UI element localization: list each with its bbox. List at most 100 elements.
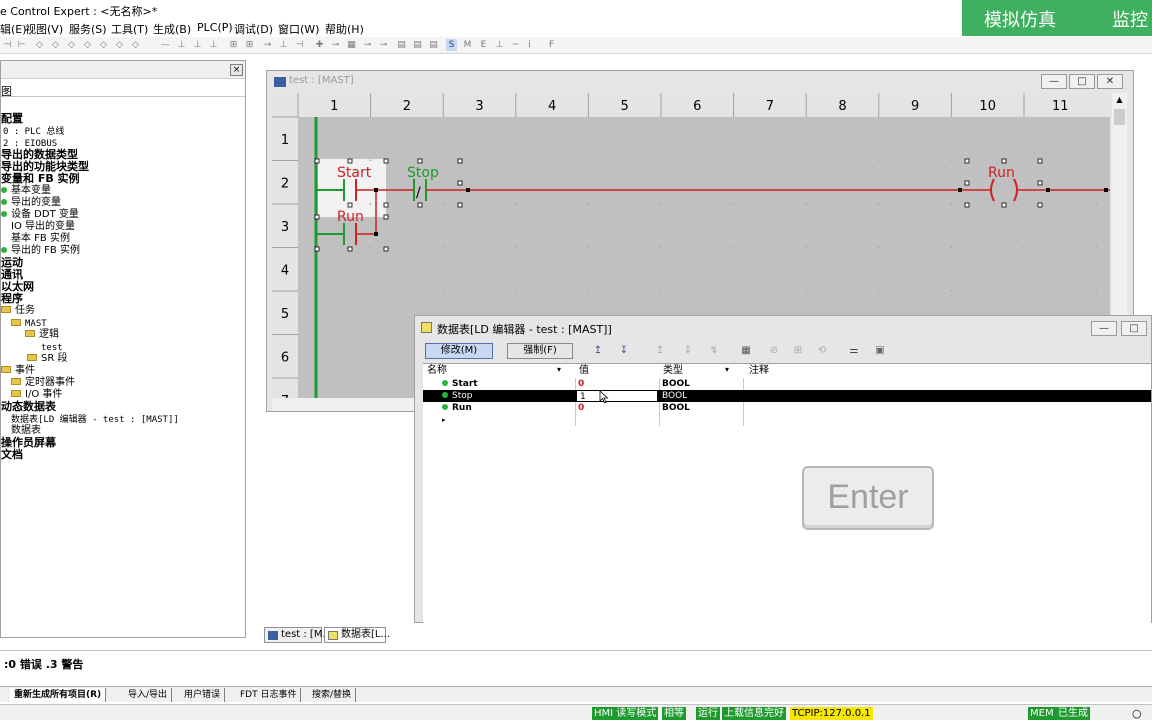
tool-icon[interactable]: ⊥ (176, 39, 187, 51)
menu-edit[interactable]: 辑(E) (0, 21, 27, 37)
chevron-down-icon[interactable]: ▾ (557, 365, 561, 374)
tool-icon[interactable]: ⊥ (208, 39, 219, 51)
close-icon[interactable]: × (230, 64, 243, 76)
minimize-icon[interactable]: — (1041, 74, 1067, 89)
tool-icon[interactable]: S (446, 39, 457, 51)
tool-icon[interactable]: ⊥ (278, 39, 289, 51)
tab-data-table[interactable]: 数据表[L... (324, 627, 390, 643)
menu-view[interactable]: 视图(V) (25, 21, 63, 37)
header-type[interactable]: 类型 (659, 364, 743, 378)
tool-icon[interactable]: ⊢ (16, 39, 27, 51)
tool-icon[interactable]: ⊣ (2, 39, 13, 51)
tool-icon[interactable]: ▤ (428, 39, 439, 51)
modify-button[interactable]: 修改(M) (425, 343, 493, 359)
set-falling-icon[interactable]: ↧ (617, 345, 631, 357)
scroll-up-icon[interactable]: ▲ (1114, 95, 1125, 105)
menu-tools[interactable]: 工具(T) (111, 21, 148, 37)
tool-icon[interactable]: — (160, 39, 171, 51)
tab-import-export[interactable]: 导入/导出 (124, 688, 173, 702)
minimize-icon[interactable]: — (1091, 321, 1117, 336)
menu-plc[interactable]: PLC(P) (197, 21, 233, 34)
tool-icon[interactable]: ◇ (66, 39, 77, 51)
tool-icon[interactable]: M (462, 39, 473, 51)
tool-icon[interactable]: ⊸ (330, 39, 341, 51)
force-rising-icon[interactable]: ↥ (653, 345, 667, 357)
refresh-icon[interactable]: ⟲ (815, 345, 829, 357)
tool-icon[interactable]: ✚ (314, 39, 325, 51)
tree-item-program[interactable]: 程序 (1, 293, 23, 305)
tool-icon[interactable]: ⊥ (494, 39, 505, 51)
tree-item-io-vars[interactable]: IO 导出的变量 (11, 221, 75, 233)
screen-icon[interactable]: ▣ (873, 345, 887, 357)
tree-item-config[interactable]: 配置 (1, 113, 23, 125)
tool-icon[interactable]: → (262, 39, 273, 51)
close-icon[interactable]: ✕ (1097, 74, 1123, 89)
tree-item-animation-tables[interactable]: 动态数据表 (1, 401, 56, 413)
table-row[interactable]: Stop 1 BOOL (423, 390, 1151, 402)
comment-cell[interactable] (745, 402, 1145, 414)
tool-icon[interactable]: i (524, 39, 535, 51)
tool-icon[interactable]: E (478, 39, 489, 51)
header-comment[interactable]: 注释 (745, 364, 1145, 378)
value-cell[interactable]: 0 (575, 378, 659, 390)
value-cell[interactable]: 0 (575, 402, 659, 414)
tree-item-tasks[interactable]: 任务 (1, 305, 35, 317)
tab-user-errors[interactable]: 用户错误 (180, 688, 226, 702)
header-name[interactable]: 名称 (423, 364, 575, 378)
tab-search-replace[interactable]: 搜索/替换 (308, 688, 357, 702)
header-value[interactable]: 值 (575, 364, 659, 378)
tool-icon[interactable]: ⊞ (244, 39, 255, 51)
tab-fdt-log[interactable]: FDT 日志事件 (236, 688, 302, 702)
table-row[interactable]: Run 0 BOOL (423, 402, 1151, 414)
tree-item-events[interactable]: 事件 (1, 365, 35, 377)
tab-ld-editor[interactable]: test : [M... (264, 627, 332, 643)
comment-cell[interactable] (745, 390, 1145, 402)
chevron-down-icon[interactable]: ▾ (725, 365, 729, 374)
tool-icon[interactable]: ▤ (396, 39, 407, 51)
tree-item-basic-fb[interactable]: 基本 FB 实例 (11, 233, 70, 245)
tool-icon[interactable]: F (546, 39, 557, 51)
tool-icon[interactable]: ◇ (34, 39, 45, 51)
menu-help[interactable]: 帮助(H) (325, 21, 364, 37)
value-edit-field[interactable]: 1 (576, 390, 658, 402)
tree-item-documentation[interactable]: 文档 (1, 449, 23, 461)
tool-icon[interactable]: ◇ (114, 39, 125, 51)
table-row-new[interactable]: ▸ (423, 414, 1151, 426)
tree-item-exported-vars[interactable]: 导出的变量 (1, 197, 61, 209)
comment-cell[interactable] (745, 378, 1145, 390)
scroll-thumb[interactable] (1114, 109, 1125, 125)
tree-item-sr[interactable]: SR 段 (27, 353, 67, 365)
tool-icon[interactable]: ⊥ (192, 39, 203, 51)
set-rising-icon[interactable]: ↥ (591, 345, 605, 357)
table-row[interactable]: Start 0 BOOL (423, 378, 1151, 390)
settings-icon[interactable]: ⚌ (847, 345, 861, 357)
tool-icon[interactable]: ⊣ (294, 39, 305, 51)
tree-item-logic[interactable]: 逻辑 (25, 329, 59, 341)
table-icon[interactable]: ▦ (739, 345, 753, 357)
tree-item-plc-bus[interactable]: 0 : PLC 总线 (3, 126, 64, 138)
tab-rebuild-all[interactable]: 重新生成所有项目(R) (10, 688, 107, 702)
maximize-icon[interactable]: □ (1121, 321, 1147, 336)
tree-item-ddt-vars[interactable]: 设备 DDT 变量 (1, 209, 79, 221)
tool-icon[interactable]: ~ (510, 39, 521, 51)
tree-item-timer-events[interactable]: 定时器事件 (11, 377, 75, 389)
tool-icon[interactable]: ◇ (130, 39, 141, 51)
tool-icon[interactable]: ▤ (412, 39, 423, 51)
multi-edit-icon[interactable]: ⊞ (791, 345, 805, 357)
unforce-icon[interactable]: ↯ (707, 345, 721, 357)
force-button[interactable]: 强制(F) (507, 343, 573, 359)
tool-icon[interactable]: ⊸ (378, 39, 389, 51)
tree-item-variables[interactable]: 变量和 FB 实例 (1, 173, 80, 185)
tool-icon[interactable]: ⊞ (228, 39, 239, 51)
tool-icon[interactable]: ◇ (98, 39, 109, 51)
menu-window[interactable]: 窗口(W) (278, 21, 319, 37)
menu-build[interactable]: 生成(B) (153, 21, 191, 37)
force-falling-icon[interactable]: ↧ (681, 345, 695, 357)
browser-tab[interactable]: 图 (1, 81, 245, 98)
menu-services[interactable]: 服务(S) (69, 21, 107, 37)
maximize-icon[interactable]: □ (1069, 74, 1095, 89)
edit-icon[interactable]: ⊘ (767, 345, 781, 357)
tool-icon[interactable]: ⊸ (362, 39, 373, 51)
tree-item-basic-vars[interactable]: 基本变量 (1, 185, 51, 197)
tool-icon[interactable]: ◇ (50, 39, 61, 51)
